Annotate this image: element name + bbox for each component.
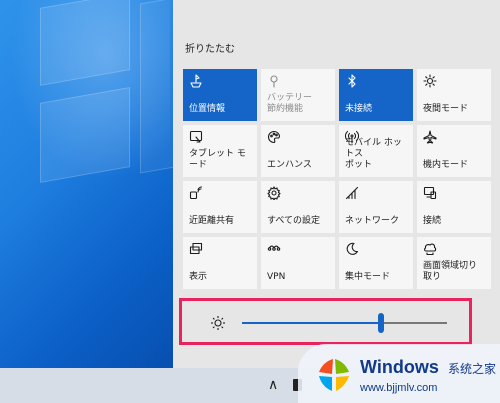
brightness-slider-fill (242, 322, 382, 324)
bluetooth-icon (345, 74, 359, 88)
quick-action-tile[interactable]: 夜間モード (417, 69, 491, 121)
screen-snip-icon (423, 242, 437, 256)
project-icon (189, 242, 203, 256)
quick-action-tile[interactable]: バッテリー 節約機能 (261, 69, 335, 121)
quick-action-tile[interactable]: 画面領域切り 取り (417, 237, 491, 289)
quick-action-label: モバイル ホットス ポット (345, 138, 402, 170)
quick-action-tile[interactable]: ネットワーク (339, 181, 413, 233)
brightness-slider-thumb[interactable] (378, 313, 385, 333)
quick-action-label: 夜間モード (423, 104, 469, 114)
tablet-mode-icon (189, 130, 203, 144)
quick-action-tile[interactable]: 機内モード (417, 125, 491, 177)
quick-action-label: 位置情報 (189, 104, 226, 114)
brightness-slider[interactable] (242, 313, 447, 333)
quick-action-label: すべての設定 (267, 216, 321, 226)
quick-action-label: タブレット モード (189, 149, 246, 170)
quick-action-tile[interactable]: モバイル ホットス ポット (339, 125, 413, 177)
quick-action-tile[interactable]: 位置情報 (183, 69, 257, 121)
night-light-icon (423, 74, 437, 88)
gear-icon (267, 186, 281, 200)
brightness-icon (210, 315, 226, 331)
watermark-brand: Windows (360, 357, 439, 377)
watermark: Windows 系统之家 www.bjjmlv.com (298, 344, 500, 403)
quick-action-label: VPN (267, 272, 286, 282)
quick-action-tile[interactable]: エンハンス (261, 125, 335, 177)
quick-action-tile[interactable]: 近距離共有 (183, 181, 257, 233)
quick-action-tile[interactable]: VPN (261, 237, 335, 289)
desktop-wallpaper (0, 0, 173, 368)
watermark-url: www.bjjmlv.com (360, 382, 438, 394)
location-icon (189, 74, 203, 88)
show-hidden-icons-chevron[interactable]: ∧ (268, 377, 278, 393)
network-icon (345, 186, 359, 200)
quick-action-tile[interactable]: タブレット モード (183, 125, 257, 177)
quick-action-label: 集中モード (345, 272, 391, 282)
battery-saver-icon (267, 74, 281, 88)
collapse-link[interactable]: 折りたたむ (185, 40, 235, 55)
quick-action-tile[interactable]: 集中モード (339, 237, 413, 289)
quick-actions-grid: 位置情報 バッテリー 節約機能未接続 夜間モードタブレット モードエンハンス モバイル… (183, 69, 492, 289)
quick-action-tile[interactable]: 接続 (417, 181, 491, 233)
quick-action-label: 機内モード (423, 160, 469, 170)
brightness-control (179, 298, 472, 345)
moon-icon (345, 242, 359, 256)
quick-action-label: エンハンス (267, 160, 312, 170)
quick-action-label: 画面領域切り 取り (423, 261, 478, 282)
quick-action-label: ネットワーク (345, 216, 400, 226)
quick-action-label: 接続 (423, 216, 442, 226)
connect-icon (423, 186, 437, 200)
quick-action-tile[interactable]: 未接続 (339, 69, 413, 121)
nearby-share-icon (189, 186, 203, 200)
palette-icon (267, 130, 281, 144)
airplane-icon (423, 130, 437, 144)
watermark-brand-cn: 系统之家 (448, 362, 497, 376)
quick-action-label: 表示 (189, 272, 208, 282)
quick-action-label: 近距離共有 (189, 216, 235, 226)
vpn-icon (267, 242, 281, 256)
quick-action-tile[interactable]: 表示 (183, 237, 257, 289)
windows-logo-icon (314, 356, 352, 394)
quick-action-label: 未接続 (345, 104, 373, 114)
quick-action-tile[interactable]: すべての設定 (261, 181, 335, 233)
quick-action-label: バッテリー 節約機能 (267, 93, 313, 114)
